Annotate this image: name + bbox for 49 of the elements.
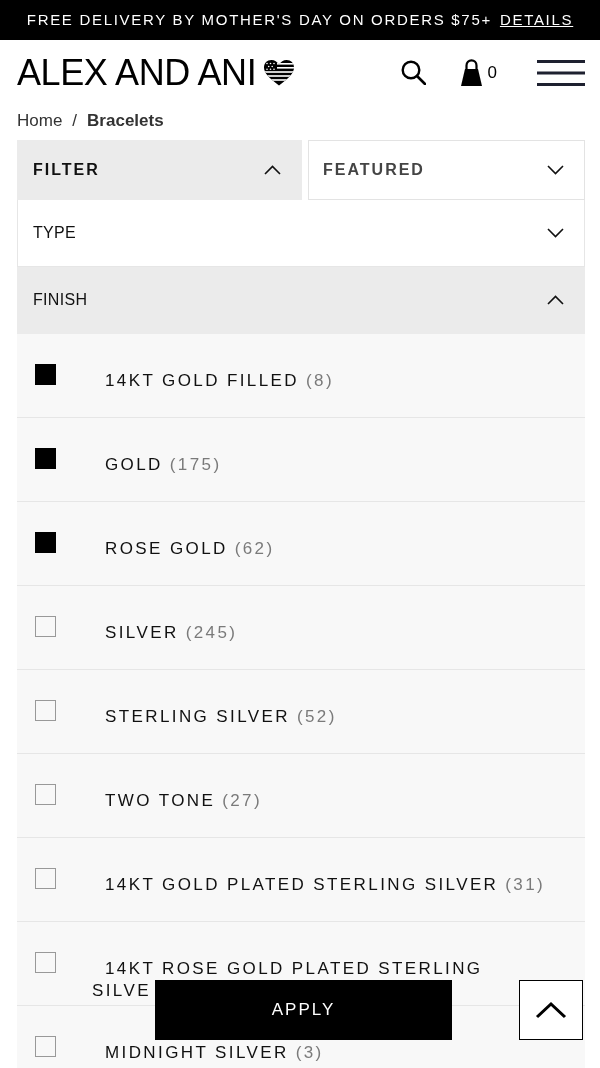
option-label[interactable]: 14KT GOLD PLATED STERLING SILVER	[105, 874, 499, 896]
option-label[interactable]: SILVE	[92, 980, 151, 1002]
apply-button[interactable]: APPLY	[155, 980, 452, 1040]
option-count: (3)	[295, 1042, 324, 1064]
option-count: (175)	[169, 454, 222, 476]
checkbox[interactable]	[35, 364, 56, 385]
chevron-down-icon	[547, 228, 564, 238]
option-label[interactable]: 14KT GOLD FILLED	[105, 370, 299, 392]
option-label[interactable]: TWO TONE	[105, 790, 216, 812]
checkbox[interactable]	[35, 532, 56, 553]
sort-dropdown[interactable]: FEATURED	[308, 140, 585, 200]
chevron-up-icon	[535, 1001, 567, 1019]
checkbox[interactable]	[35, 700, 56, 721]
option-label[interactable]: MIDNIGHT SILVER	[105, 1042, 289, 1064]
option-label[interactable]: ROSE GOLD	[105, 538, 228, 560]
filter-section-header[interactable]: FINISH	[17, 267, 585, 334]
menu-icon[interactable]	[537, 59, 585, 86]
back-to-top-button[interactable]	[519, 980, 583, 1040]
breadcrumb-separator: /	[72, 109, 78, 132]
checkbox[interactable]	[35, 1036, 56, 1057]
checkbox[interactable]	[35, 616, 56, 637]
option-label[interactable]: SILVER	[105, 622, 179, 644]
filter-section-header[interactable]: TYPE	[17, 200, 585, 267]
breadcrumb-link[interactable]: Home	[17, 107, 63, 134]
chevron-up-icon	[547, 295, 564, 305]
option-count: (52)	[296, 706, 337, 728]
breadcrumb-current: Bracelets	[87, 109, 164, 132]
option-count: (27)	[222, 790, 263, 812]
search-icon[interactable]	[400, 60, 426, 85]
filter-button[interactable]: FILTER	[17, 140, 302, 200]
chevron-up-icon	[264, 165, 281, 175]
option-label[interactable]: GOLD	[105, 454, 163, 476]
checkbox[interactable]	[35, 448, 56, 469]
checkbox[interactable]	[35, 784, 56, 805]
brand-logo[interactable]: ALEX AND ANI	[17, 54, 257, 91]
option-count: (245)	[185, 622, 238, 644]
details-link[interactable]: DETAILS	[499, 8, 574, 32]
option-count: (62)	[234, 538, 275, 560]
chevron-down-icon	[547, 165, 564, 175]
option-label[interactable]: 14KT ROSE GOLD PLATED STERLING	[105, 958, 483, 980]
cart-link[interactable]: 0	[460, 59, 497, 86]
option-label[interactable]: STERLING SILVER	[105, 706, 290, 728]
shopping-bag-icon	[460, 59, 482, 86]
checkbox[interactable]	[35, 952, 56, 973]
option-count: (8)	[306, 370, 334, 392]
checkbox[interactable]	[35, 868, 56, 889]
option-count: (31)	[505, 874, 546, 896]
heart-flag-icon	[264, 59, 295, 86]
promo-text: FREE DELIVERY BY MOTHER'S DAY ON ORDERS $75+	[26, 9, 492, 30]
